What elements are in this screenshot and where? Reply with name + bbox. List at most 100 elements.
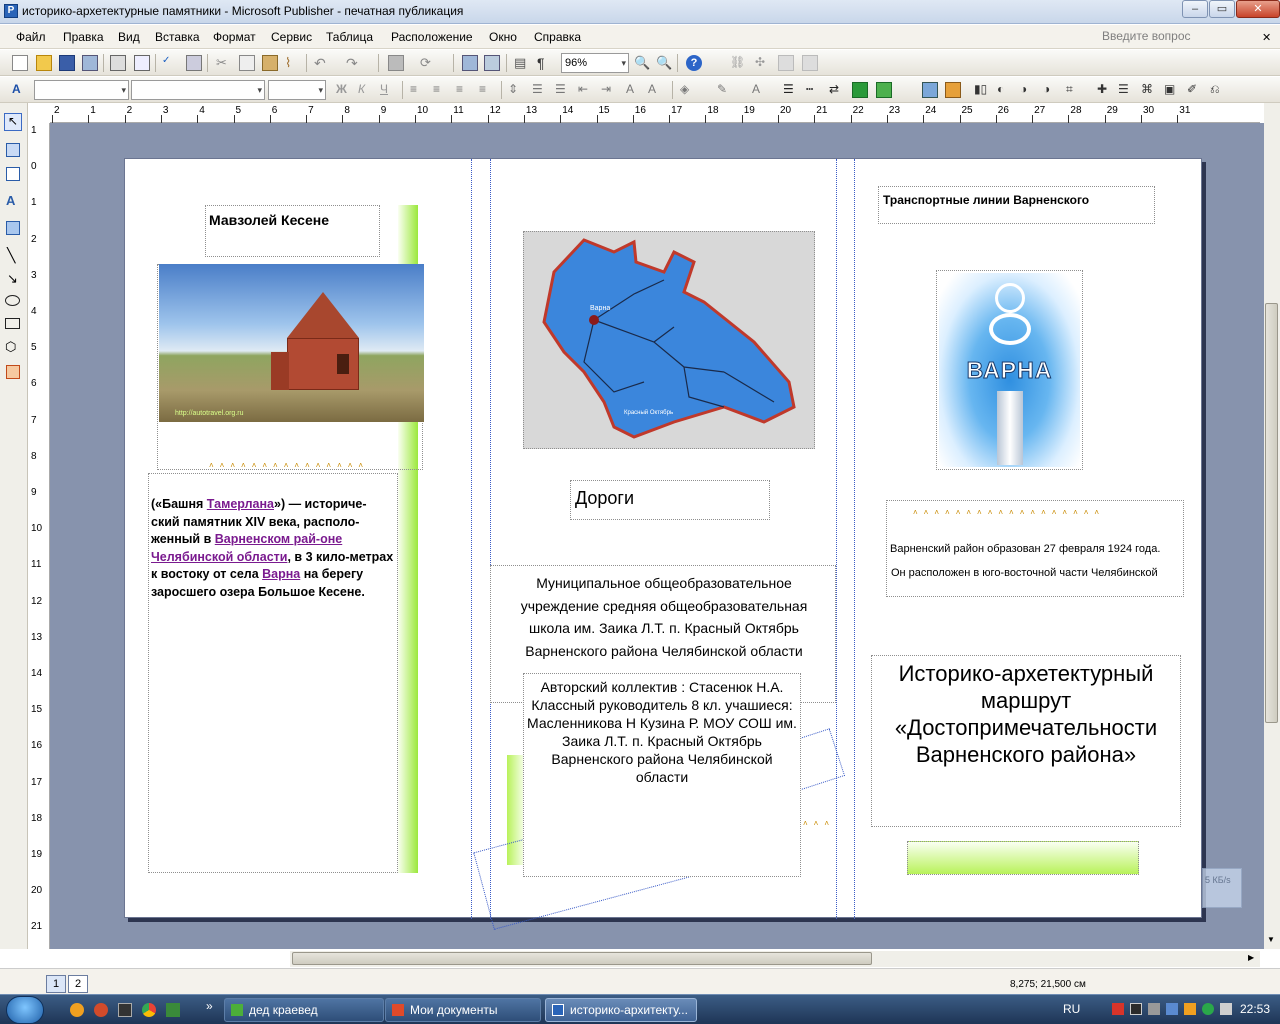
roads-heading-frame[interactable]: Дороги xyxy=(570,480,770,520)
authors-frame[interactable]: Авторский коллектив : Стасенюк Н.А. Клас… xyxy=(523,673,801,877)
show-boundaries-icon[interactable]: ▤ xyxy=(514,55,530,71)
contrast-icon[interactable]: ◐ xyxy=(997,82,1013,98)
heading-frame[interactable]: Мавзолей Кесене xyxy=(205,205,380,257)
rotate-icon[interactable]: ⟳ xyxy=(420,55,436,71)
menu-format[interactable]: Формат xyxy=(213,30,256,44)
tray-icon-3[interactable] xyxy=(1148,1003,1160,1015)
reset-picture-icon[interactable]: ⎌ xyxy=(1210,82,1226,98)
link-tamerlan[interactable]: Тамерлана xyxy=(207,497,274,511)
vertical-scrollbar[interactable]: ▼ xyxy=(1264,103,1280,949)
bring-forward-icon[interactable] xyxy=(388,55,404,71)
menu-insert[interactable]: Вставка xyxy=(155,30,200,44)
align-left-icon[interactable]: ≡ xyxy=(410,82,426,98)
open-icon[interactable] xyxy=(36,55,52,71)
start-button[interactable] xyxy=(6,996,44,1024)
emblem-frame[interactable]: ВАРНА xyxy=(936,270,1083,470)
decrease-indent-icon[interactable]: ⇤ xyxy=(578,82,594,98)
3d-style-icon[interactable] xyxy=(876,82,892,98)
dash-style-icon[interactable]: ┅ xyxy=(806,82,822,98)
wordart-icon[interactable]: A xyxy=(6,193,15,208)
copy-icon[interactable] xyxy=(239,55,255,71)
horizontal-scroll-thumb[interactable] xyxy=(292,952,872,965)
picture-frame-icon[interactable] xyxy=(6,221,20,235)
crop-icon[interactable]: ⌗ xyxy=(1066,82,1082,98)
shadow-style-icon[interactable] xyxy=(852,82,868,98)
rectangle-tool-icon[interactable] xyxy=(5,318,20,329)
tray-icon-1[interactable] xyxy=(1112,1003,1124,1015)
text-wrap-icon[interactable]: ⌘ xyxy=(1141,82,1157,98)
roads-map-frame[interactable]: Варна Красный Октябрь xyxy=(523,231,815,449)
page-navigator-2[interactable]: 2 xyxy=(68,975,88,993)
new-icon[interactable] xyxy=(12,55,28,71)
help-question-input[interactable]: Введите вопрос xyxy=(1102,29,1191,43)
print-icon[interactable] xyxy=(110,55,126,71)
zoom-out-icon[interactable]: 🔍 xyxy=(634,55,650,71)
print-preview-icon[interactable] xyxy=(134,55,150,71)
quicklaunch-icon-2[interactable] xyxy=(94,1003,108,1017)
horizontal-scrollbar[interactable]: ▶ xyxy=(290,951,1260,967)
format-painter-icon[interactable]: ⌇ xyxy=(285,55,301,71)
arrow-style-icon[interactable]: ⇄ xyxy=(829,82,845,98)
oval-tool-icon[interactable] xyxy=(5,295,20,306)
email-icon[interactable] xyxy=(82,55,98,71)
maximize-button[interactable]: ▭ xyxy=(1209,0,1235,18)
line-style-icon[interactable]: ☰ xyxy=(783,82,799,98)
set-transparent-icon[interactable]: ✐ xyxy=(1187,82,1203,98)
columns-icon[interactable] xyxy=(462,55,478,71)
bold-icon[interactable]: Ж xyxy=(336,82,352,98)
numbering-icon[interactable]: ☰ xyxy=(532,82,548,98)
link-icon[interactable]: ⛓ xyxy=(730,55,746,71)
crop-tool-icon[interactable]: ✚ xyxy=(1097,82,1113,98)
line-spacing-icon[interactable]: ⇕ xyxy=(508,82,524,98)
format-picture-icon[interactable]: ▣ xyxy=(1164,82,1180,98)
brightness-icon[interactable]: ◑ xyxy=(1020,82,1036,98)
paste-icon[interactable] xyxy=(262,55,278,71)
menu-arrange[interactable]: Расположение xyxy=(391,30,473,44)
brightness-less-icon[interactable]: ◑ xyxy=(1043,82,1059,98)
increase-indent-icon[interactable]: ⇥ xyxy=(601,82,617,98)
task-publisher[interactable]: историко-архитекту... xyxy=(545,998,697,1022)
tray-icon-5[interactable] xyxy=(1184,1003,1196,1015)
insert-picture-icon[interactable] xyxy=(922,82,938,98)
autoshapes-icon[interactable]: ⬡ xyxy=(5,339,16,355)
task-ded-kraeved[interactable]: дед краевед xyxy=(224,998,384,1022)
quicklaunch-icon-5[interactable] xyxy=(166,1003,180,1017)
transport-heading-frame[interactable]: Транспортные линии Варненского xyxy=(878,186,1155,224)
save-icon[interactable] xyxy=(59,55,75,71)
font-grow-icon[interactable]: A xyxy=(626,82,642,98)
tray-icon-2[interactable] xyxy=(1130,1003,1142,1015)
quicklaunch-icon-3[interactable] xyxy=(118,1003,132,1017)
link-chelyabinsk-region[interactable]: Челябинской области xyxy=(151,550,287,564)
fill-color-icon[interactable]: ◈ xyxy=(680,82,696,98)
research-icon[interactable] xyxy=(186,55,202,71)
text-tool-icon[interactable] xyxy=(802,55,818,71)
zoom-in-icon[interactable]: 🔍 xyxy=(656,55,672,71)
spelling-icon[interactable]: ✓ xyxy=(162,55,178,71)
chrome-icon[interactable] xyxy=(142,1003,156,1017)
menu-edit[interactable]: Правка xyxy=(63,30,104,44)
align-right-icon[interactable]: ≡ xyxy=(456,82,472,98)
tray-icon-4[interactable] xyxy=(1166,1003,1178,1015)
select-tool-icon[interactable]: ↖ xyxy=(4,113,22,131)
menu-view[interactable]: Вид xyxy=(118,30,140,44)
picture-tool-icon[interactable] xyxy=(778,55,794,71)
text-box-icon[interactable] xyxy=(6,143,20,157)
help-icon[interactable]: ? xyxy=(686,55,702,71)
insert-table-icon[interactable] xyxy=(6,167,20,181)
menu-file[interactable]: Файл xyxy=(16,30,46,44)
quicklaunch-more-icon[interactable]: » xyxy=(206,999,213,1013)
web-icon[interactable] xyxy=(484,55,500,71)
close-document-icon[interactable]: ✕ xyxy=(1262,31,1271,44)
connect-icon[interactable]: ✣ xyxy=(755,55,771,71)
font-shrink-icon[interactable]: A xyxy=(648,82,664,98)
justify-icon[interactable]: ≡ xyxy=(479,82,495,98)
info-frame[interactable]: ˄˄˄˄˄˄˄˄˄˄˄˄˄˄˄˄˄˄ Варненский район обра… xyxy=(886,500,1184,597)
task-my-documents[interactable]: Мои документы xyxy=(385,998,541,1022)
menu-table[interactable]: Таблица xyxy=(326,30,373,44)
scroll-down-icon[interactable]: ▼ xyxy=(1267,935,1275,944)
color-icon[interactable] xyxy=(945,82,961,98)
vertical-scroll-thumb[interactable] xyxy=(1265,303,1278,723)
menu-help[interactable]: Справка xyxy=(534,30,581,44)
menu-window[interactable]: Окно xyxy=(489,30,517,44)
line-color-icon[interactable]: ✎ xyxy=(717,82,733,98)
